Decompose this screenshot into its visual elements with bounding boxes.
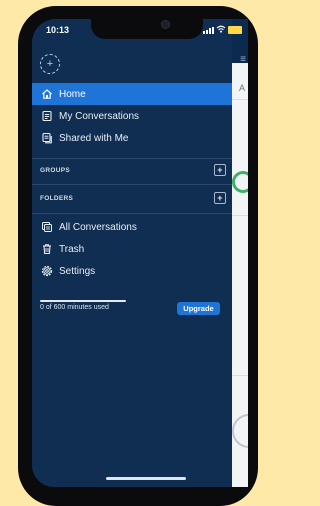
battery-icon — [228, 26, 242, 34]
home-indicator — [106, 477, 186, 480]
nav-item-trash[interactable]: Trash — [32, 238, 232, 260]
background-page: ≡ A — [232, 19, 248, 487]
nav-item-settings[interactable]: Settings — [32, 260, 232, 282]
folders-section: FOLDERS + — [32, 187, 232, 209]
nav-item-label: Settings — [59, 265, 96, 277]
nav-item-label: Shared with Me — [59, 132, 129, 144]
nav-item-label: Home — [59, 88, 86, 100]
groups-section: GROUPS + — [32, 159, 232, 181]
status-icons — [203, 25, 242, 35]
signal-icon — [203, 26, 214, 34]
background-divider — [232, 375, 248, 376]
shared-document-icon — [41, 132, 53, 144]
plus-icon: + — [217, 164, 223, 175]
nav-item-home[interactable]: Home — [32, 83, 232, 105]
nav-item-my-conversations[interactable]: My Conversations — [32, 105, 232, 127]
camera-icon — [161, 20, 170, 29]
usage-progress-bar — [40, 300, 126, 302]
plus-icon: + — [217, 192, 223, 203]
divider — [32, 213, 232, 214]
background-progress-icon — [232, 171, 248, 193]
menu-icon: ≡ — [240, 54, 246, 65]
background-text: A — [238, 83, 245, 93]
nav-item-label: My Conversations — [59, 110, 140, 122]
phone-screen: ≡ A 10:13 + Home My Conversations Shared… — [32, 19, 248, 487]
section-title: FOLDERS — [40, 194, 74, 202]
gear-icon — [41, 265, 53, 277]
wifi-icon — [216, 25, 226, 35]
navigation-drawer: 10:13 + Home My Conversations Shared wit… — [32, 19, 232, 487]
nav-item-shared-with-me[interactable]: Shared with Me — [32, 127, 232, 149]
nav-item-label: All Conversations — [59, 221, 137, 233]
nav-item-all-conversations[interactable]: All Conversations — [32, 216, 232, 238]
section-title: GROUPS — [40, 166, 70, 174]
stack-icon — [41, 221, 53, 233]
add-folder-button[interactable]: + — [214, 192, 226, 204]
home-icon — [41, 88, 53, 100]
usage-text: 0 of 600 minutes used — [40, 304, 109, 311]
background-divider — [232, 99, 248, 100]
phone-notch — [91, 19, 203, 39]
plus-icon: + — [46, 57, 54, 70]
background-record-button — [232, 414, 248, 448]
nav-item-label: Trash — [59, 243, 85, 255]
document-icon — [41, 110, 53, 122]
trash-icon — [41, 243, 53, 255]
divider — [32, 184, 232, 185]
add-group-button[interactable]: + — [214, 164, 226, 176]
add-avatar-button[interactable]: + — [40, 54, 60, 74]
background-divider — [232, 215, 248, 216]
status-time: 10:13 — [46, 25, 70, 35]
upgrade-button[interactable]: Upgrade — [177, 302, 220, 315]
